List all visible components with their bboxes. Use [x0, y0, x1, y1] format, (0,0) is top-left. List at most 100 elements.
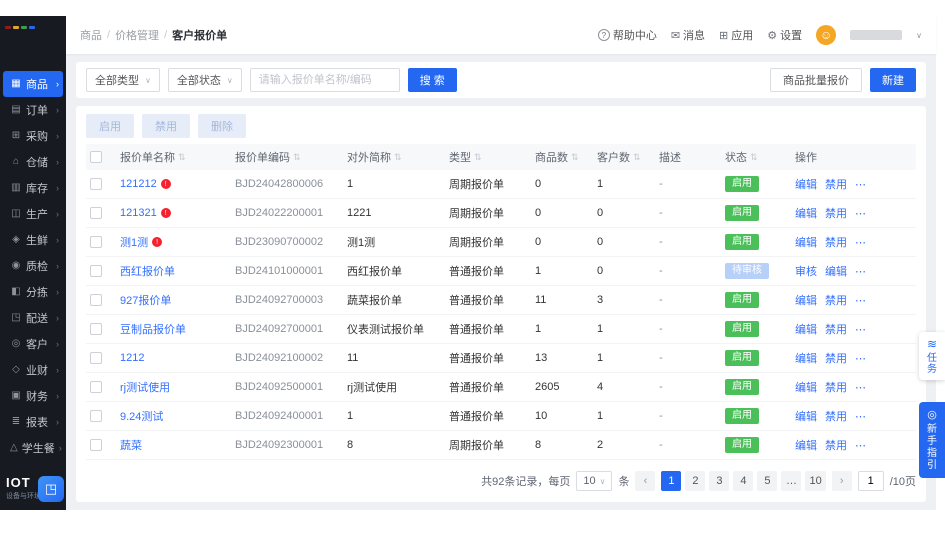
column-header-status[interactable]: 状态 ⇅ [721, 149, 791, 165]
column-header-customer-count[interactable]: 客户数 ⇅ [593, 149, 655, 165]
op-edit-link[interactable]: 编辑 [795, 205, 817, 221]
op-edit-link[interactable]: 编辑 [795, 176, 817, 192]
page-10[interactable]: 10 [805, 471, 826, 491]
sidebar-item-inventory[interactable]: ▥ 库存 › [3, 175, 63, 201]
op-disable-link[interactable]: 禁用 [825, 176, 847, 192]
quote-name-link[interactable]: 西红报价单 [120, 263, 175, 279]
op-disable-link[interactable]: 禁用 [825, 234, 847, 250]
column-header-alias[interactable]: 对外简称 ⇅ [343, 149, 445, 165]
iot-device-icon[interactable]: ◳ [38, 476, 64, 502]
breadcrumb-price-management[interactable]: 价格管理 [115, 27, 159, 43]
sidebar-item-purchase[interactable]: ⊞ 采购 › [3, 123, 63, 149]
op-edit-link[interactable]: 编辑 [795, 437, 817, 453]
row-checkbox[interactable] [90, 381, 102, 393]
sidebar-item-production[interactable]: ◫ 生产 › [3, 201, 63, 227]
op-disable-link[interactable]: 禁用 [825, 292, 847, 308]
prev-page-button[interactable]: ‹ [635, 471, 656, 491]
sidebar-item-studentmeal[interactable]: △ 学生餐 › [3, 435, 63, 461]
column-header-desc[interactable]: 描述 [655, 149, 721, 165]
op-edit-link[interactable]: 编辑 [795, 379, 817, 395]
floating-task-button[interactable]: ≋ 任务 [919, 332, 945, 380]
row-checkbox[interactable] [90, 294, 102, 306]
topbar-settings[interactable]: ⚙ 设置 [767, 27, 802, 43]
more-actions-icon[interactable]: ⋯ [855, 294, 867, 307]
sidebar-item-bizfinance[interactable]: ◇ 业财 › [3, 357, 63, 383]
op-edit-link[interactable]: 编辑 [795, 321, 817, 337]
batch-disable-button[interactable]: 禁用 [142, 114, 190, 138]
row-checkbox[interactable] [90, 323, 102, 335]
sidebar-item-qc[interactable]: ◉ 质检 › [3, 253, 63, 279]
sidebar-item-customers[interactable]: ◎ 客户 › [3, 331, 63, 357]
quote-name-link[interactable]: 121212 [120, 178, 157, 190]
quote-name-link[interactable]: 121321 [120, 207, 157, 219]
more-actions-icon[interactable]: ⋯ [855, 381, 867, 394]
op-edit-link[interactable]: 编辑 [795, 234, 817, 250]
select-all-checkbox[interactable] [90, 151, 102, 163]
more-actions-icon[interactable]: ⋯ [855, 323, 867, 336]
batch-enable-button[interactable]: 启用 [86, 114, 134, 138]
quote-name-link[interactable]: 豆制品报价单 [120, 321, 186, 337]
column-header-type[interactable]: 类型 ⇅ [445, 149, 531, 165]
row-checkbox[interactable] [90, 410, 102, 422]
next-page-button[interactable]: › [831, 471, 852, 491]
op-disable-link[interactable]: 禁用 [825, 205, 847, 221]
sidebar-item-finance[interactable]: ▣ 财务 › [3, 383, 63, 409]
page-2[interactable]: 2 [685, 471, 706, 491]
sidebar-item-orders[interactable]: ▤ 订单 › [3, 97, 63, 123]
more-actions-icon[interactable]: ⋯ [855, 439, 867, 452]
sidebar-item-reports[interactable]: ≣ 报表 › [3, 409, 63, 435]
row-checkbox[interactable] [90, 236, 102, 248]
batch-delete-button[interactable]: 删除 [198, 114, 246, 138]
op-edit-link[interactable]: 编辑 [825, 263, 847, 279]
create-button[interactable]: 新建 [870, 68, 916, 92]
page-1[interactable]: 1 [661, 471, 682, 491]
more-actions-icon[interactable]: ⋯ [855, 236, 867, 249]
page-5[interactable]: 5 [757, 471, 778, 491]
row-checkbox[interactable] [90, 207, 102, 219]
more-actions-icon[interactable]: ⋯ [855, 178, 867, 191]
chevron-down-icon[interactable]: ∨ [916, 31, 922, 40]
op-disable-link[interactable]: 禁用 [825, 408, 847, 424]
quote-name-link[interactable]: 9.24测试 [120, 408, 163, 424]
quote-name-link[interactable]: rj测试使用 [120, 379, 170, 395]
op-disable-link[interactable]: 禁用 [825, 437, 847, 453]
page-4[interactable]: 4 [733, 471, 754, 491]
more-actions-icon[interactable]: ⋯ [855, 352, 867, 365]
row-checkbox[interactable] [90, 352, 102, 364]
more-actions-icon[interactable]: ⋯ [855, 410, 867, 423]
quote-name-link[interactable]: 蔬菜 [120, 437, 142, 453]
quote-name-link[interactable]: 927报价单 [120, 292, 171, 308]
op-disable-link[interactable]: 禁用 [825, 350, 847, 366]
search-button[interactable]: 搜 索 [407, 68, 457, 92]
op-edit-link[interactable]: 编辑 [795, 292, 817, 308]
sidebar-item-sorting[interactable]: ◧ 分拣 › [3, 279, 63, 305]
status-filter-select[interactable]: 全部状态 ∨ [167, 68, 242, 92]
more-actions-icon[interactable]: ⋯ [855, 265, 867, 278]
op-edit-link[interactable]: 编辑 [795, 408, 817, 424]
column-header-code[interactable]: 报价单编码 ⇅ [231, 149, 343, 165]
page-jump-input[interactable] [857, 471, 884, 491]
floating-guide-button[interactable]: ◎ 新手指引 [919, 402, 945, 478]
topbar-message[interactable]: ✉ 消息 [671, 27, 705, 43]
row-checkbox[interactable] [90, 439, 102, 451]
column-header-actions[interactable]: 操作 [791, 149, 916, 165]
batch-quote-button[interactable]: 商品批量报价 [770, 68, 862, 92]
sidebar-item-delivery[interactable]: ◳ 配送 › [3, 305, 63, 331]
sidebar-item-goods[interactable]: ▦ 商品 › [3, 70, 63, 97]
sidebar-item-fresh[interactable]: ◈ 生鲜 › [3, 227, 63, 253]
topbar-apps[interactable]: ⊞ 应用 [719, 27, 753, 43]
breadcrumb-goods[interactable]: 商品 [80, 27, 102, 43]
more-actions-icon[interactable]: ⋯ [855, 207, 867, 220]
column-header-goods-count[interactable]: 商品数 ⇅ [531, 149, 593, 165]
page-3[interactable]: 3 [709, 471, 730, 491]
op-audit-link[interactable]: 审核 [795, 263, 817, 279]
sidebar-item-warehouse[interactable]: ⌂ 仓储 › [3, 149, 63, 175]
column-header-name[interactable]: 报价单名称 ⇅ [116, 149, 231, 165]
row-checkbox[interactable] [90, 265, 102, 277]
page-size-select[interactable]: 10 ∨ [576, 471, 613, 491]
op-disable-link[interactable]: 禁用 [825, 321, 847, 337]
row-checkbox[interactable] [90, 178, 102, 190]
quote-name-link[interactable]: 测1测 [120, 234, 148, 250]
quote-name-link[interactable]: 1212 [120, 352, 144, 364]
type-filter-select[interactable]: 全部类型 ∨ [86, 68, 160, 92]
